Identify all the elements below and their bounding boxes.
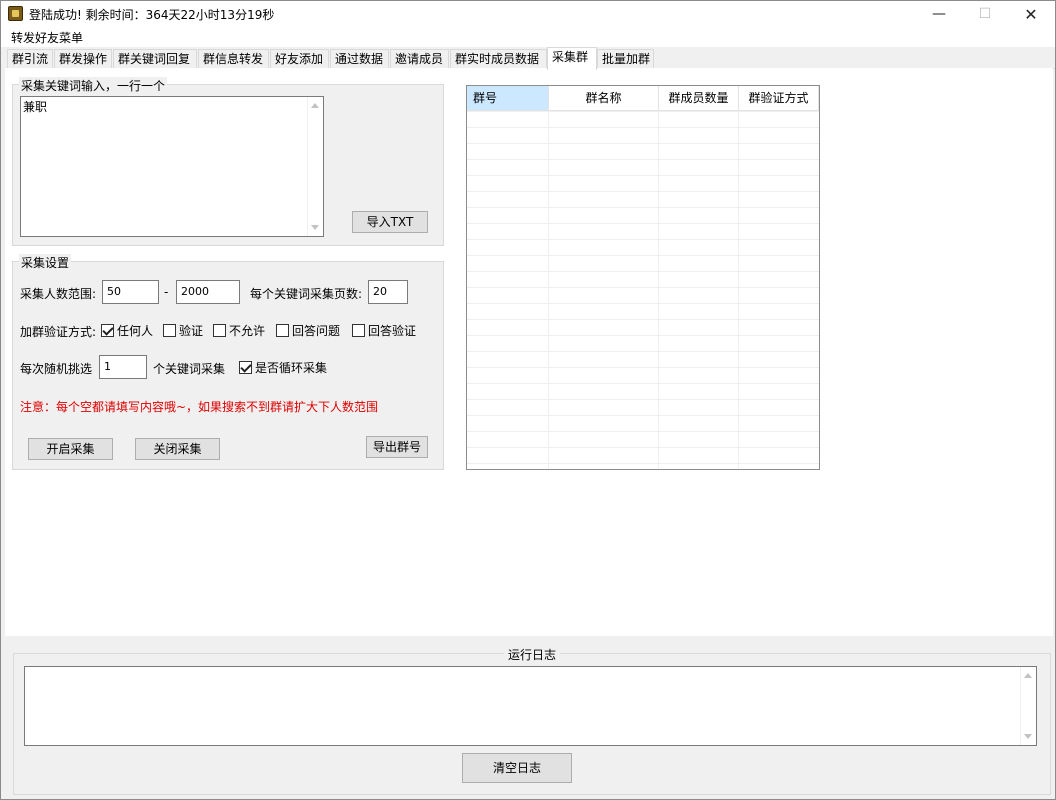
random-label: 每次随机挑选 — [20, 362, 93, 376]
random-count-input[interactable]: 1 — [99, 355, 147, 379]
window-title: 登陆成功! 剩余时间：364天22小时13分19秒 — [29, 8, 275, 22]
random-suffix: 个关键词采集 — [153, 362, 226, 376]
checkbox-icon — [213, 324, 226, 337]
keyword-group-title: 采集关键词输入，一行一个 — [19, 77, 168, 94]
warning-text: 注意：每个空都请填写内容哦~，如果搜索不到群请扩大下人数范围 — [20, 400, 379, 414]
app-icon — [8, 6, 23, 21]
export-groups-button[interactable]: 导出群号 — [366, 436, 428, 458]
log-frame: 运行日志 清空日志 — [13, 646, 1051, 795]
tab-bar: 群引流 群发操作 群关键词回复 群信息转发 好友添加 通过数据 邀请成员 群实时… — [5, 47, 1055, 70]
main-window: 登陆成功! 剩余时间：364天22小时13分19秒 — ☐ ✕ 转发好友菜单 群… — [0, 0, 1056, 800]
range-separator: - — [164, 285, 169, 299]
table-header: 群号 群名称 群成员数量 群验证方式 — [467, 86, 819, 111]
keyword-text: 兼职 — [23, 100, 48, 114]
tab-info-forward[interactable]: 群信息转发 — [198, 49, 269, 69]
log-panel: 运行日志 清空日志 — [5, 637, 1053, 797]
stop-collect-button[interactable]: 关闭采集 — [135, 438, 220, 460]
column-divider — [738, 111, 739, 469]
tab-friend-add[interactable]: 好友添加 — [270, 49, 329, 69]
column-header-verify-method[interactable]: 群验证方式 — [739, 86, 819, 111]
range-label: 采集人数范围: — [20, 287, 97, 301]
menu-bar: 转发好友菜单 — [1, 27, 1055, 47]
keyword-group: 采集关键词输入，一行一个 兼职 导入TXT — [12, 77, 444, 246]
maximize-button[interactable]: ☐ — [962, 1, 1008, 27]
verify-deny-label: 不允许 — [229, 324, 266, 338]
tab-batch-join[interactable]: 批量加群 — [597, 49, 654, 69]
tab-collect-groups[interactable]: 采集群 — [547, 47, 597, 70]
table-body[interactable] — [467, 111, 819, 469]
checkbox-icon — [163, 324, 176, 337]
verify-deny-checkbox[interactable]: 不允许 — [213, 322, 265, 339]
settings-group: 采集设置 采集人数范围: 50 - 2000 每个关键词采集页数: 20 加群验… — [12, 254, 444, 470]
loop-collect-checkbox[interactable]: 是否循环采集 — [239, 359, 327, 376]
checkbox-icon — [352, 324, 365, 337]
verify-anyone-checkbox[interactable]: 任何人 — [101, 322, 153, 339]
verify-answer-checkbox[interactable]: 回答验证 — [352, 322, 416, 339]
scroll-down-icon[interactable] — [1024, 734, 1032, 739]
pages-input[interactable]: 20 — [368, 280, 408, 304]
menu-item-forward-friends[interactable]: 转发好友菜单 — [11, 29, 83, 46]
tab-group-traffic[interactable]: 群引流 — [7, 49, 53, 69]
column-header-member-count[interactable]: 群成员数量 — [659, 86, 739, 111]
checkbox-icon — [276, 324, 289, 337]
range-min-input[interactable]: 50 — [102, 280, 159, 304]
verify-question-label: 回答问题 — [292, 324, 341, 338]
tab-realtime-members[interactable]: 群实时成员数据 — [450, 49, 547, 69]
settings-group-title: 采集设置 — [19, 254, 72, 271]
verify-verify-checkbox[interactable]: 验证 — [163, 322, 203, 339]
minimize-button[interactable]: — — [916, 1, 962, 27]
scroll-up-icon[interactable] — [311, 103, 319, 108]
column-divider — [548, 111, 549, 469]
tab-keyword-reply[interactable]: 群关键词回复 — [113, 49, 197, 69]
clear-log-button[interactable]: 清空日志 — [462, 753, 572, 783]
column-header-group-name[interactable]: 群名称 — [549, 86, 659, 111]
close-button[interactable]: ✕ — [1008, 1, 1054, 27]
log-textarea[interactable] — [24, 666, 1037, 746]
scroll-down-icon[interactable] — [311, 225, 319, 230]
tab-group-send[interactable]: 群发操作 — [54, 49, 112, 69]
tab-invite-members[interactable]: 邀请成员 — [390, 49, 449, 69]
tab-pass-data[interactable]: 通过数据 — [330, 49, 389, 69]
verify-verify-label: 验证 — [179, 324, 204, 338]
title-bar[interactable]: 登陆成功! 剩余时间：364天22小时13分19秒 — ☐ ✕ — [1, 1, 1055, 27]
verify-label: 加群验证方式: — [20, 325, 97, 339]
log-title: 运行日志 — [503, 646, 561, 663]
group-results-table[interactable]: 群号 群名称 群成员数量 群验证方式 — [466, 85, 820, 470]
verify-answer-label: 回答验证 — [368, 324, 417, 338]
column-header-group-id[interactable]: 群号 — [467, 86, 549, 111]
verify-question-checkbox[interactable]: 回答问题 — [276, 322, 340, 339]
keyword-textarea[interactable]: 兼职 — [20, 96, 324, 237]
column-divider — [658, 111, 659, 469]
keyword-scrollbar[interactable] — [307, 97, 323, 236]
log-scrollbar[interactable] — [1020, 667, 1036, 745]
range-max-input[interactable]: 2000 — [176, 280, 240, 304]
import-txt-button[interactable]: 导入TXT — [352, 211, 428, 233]
start-collect-button[interactable]: 开启采集 — [28, 438, 113, 460]
pages-label: 每个关键词采集页数: — [250, 287, 363, 301]
loop-collect-label: 是否循环采集 — [255, 361, 328, 375]
check-icon — [101, 324, 114, 337]
scroll-up-icon[interactable] — [1024, 673, 1032, 678]
check-icon — [239, 361, 252, 374]
verify-anyone-label: 任何人 — [117, 324, 154, 338]
